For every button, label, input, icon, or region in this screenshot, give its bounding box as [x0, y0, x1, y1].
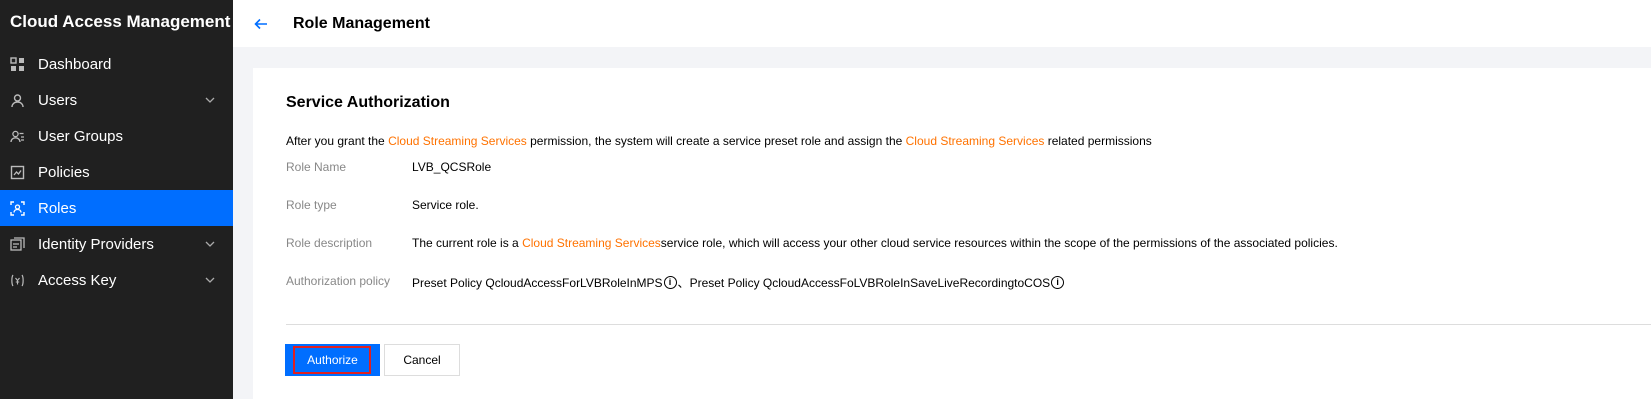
- intro-part: related permissions: [1044, 134, 1152, 148]
- sidebar-item-label: Dashboard: [38, 55, 112, 73]
- identity-provider-icon: [10, 236, 25, 252]
- authorize-button-label: Authorize: [307, 353, 358, 367]
- service-name-highlight: Cloud Streaming Services: [522, 236, 661, 250]
- role-icon: [10, 200, 25, 216]
- dashboard-icon: [10, 56, 25, 72]
- sidebar-item-user-groups[interactable]: User Groups: [0, 118, 233, 154]
- role-description-label: Role description: [286, 236, 373, 250]
- sidebar-item-roles[interactable]: Roles: [0, 190, 233, 226]
- policy-name: Preset Policy QcloudAccessForLVBRoleInMP…: [412, 275, 663, 290]
- service-name-highlight: Cloud Streaming Services: [388, 134, 527, 148]
- role-type-label: Role type: [286, 198, 337, 212]
- intro-part: After you grant the: [286, 134, 389, 148]
- role-name-row: Role Name LVB_QCSRole: [286, 160, 491, 174]
- policy-name: Preset Policy QcloudAccessFoLVBRoleInSav…: [689, 275, 1051, 290]
- chevron-down-icon[interactable]: [205, 239, 215, 249]
- sidebar-item-policies[interactable]: Policies: [0, 154, 233, 190]
- description-part: The current role is a: [412, 236, 519, 250]
- page-header: Role Management: [233, 0, 1651, 47]
- sidebar-title: Cloud Access Management: [10, 12, 231, 31]
- arrow-left-icon[interactable]: [253, 16, 269, 32]
- sidebar-item-label: Identity Providers: [38, 235, 154, 253]
- intro-part: permission, the system will create a ser…: [526, 134, 906, 148]
- role-description-row: Role description The current role is a C…: [286, 236, 1338, 250]
- service-authorization-card: Service Authorization After you grant th…: [253, 68, 1651, 399]
- sidebar-item-identity-providers[interactable]: Identity Providers: [0, 226, 233, 262]
- role-type-row: Role type Service role.: [286, 198, 479, 212]
- sidebar-item-label: Roles: [38, 199, 77, 217]
- role-name-label: Role Name: [286, 160, 347, 174]
- role-name-value: LVB_QCSRole: [412, 160, 492, 174]
- policy-icon: [10, 165, 25, 180]
- authorization-policy-value: Preset Policy QcloudAccessForLVBRoleInMP…: [412, 274, 1065, 291]
- sidebar-item-label: Users: [38, 91, 78, 109]
- sidebar-nav: Dashboard Users User Groups Policies Rol…: [0, 46, 233, 298]
- sidebar-item-label: User Groups: [38, 127, 124, 145]
- chevron-down-icon[interactable]: [205, 95, 215, 105]
- role-type-value: Service role.: [412, 198, 479, 212]
- info-icon[interactable]: i: [663, 276, 677, 289]
- authorization-policy-label: Authorization policy: [286, 274, 391, 288]
- sidebar-item-label: Policies: [38, 163, 90, 181]
- policy-separator: 、: [677, 276, 690, 290]
- user-icon: [10, 93, 25, 108]
- info-icon[interactable]: i: [1051, 276, 1065, 289]
- chevron-down-icon[interactable]: [205, 275, 215, 285]
- role-description-value: The current role is a Cloud Streaming Se…: [412, 236, 1338, 250]
- key-icon: [10, 273, 25, 288]
- user-groups-icon: [10, 129, 25, 144]
- description-part: service role, which will access your oth…: [660, 236, 1338, 250]
- service-name-highlight: Cloud Streaming Services: [905, 134, 1045, 148]
- cancel-button[interactable]: Cancel: [384, 344, 460, 376]
- divider: [286, 324, 1651, 325]
- sidebar: Cloud Access Management Dashboard Users …: [0, 0, 233, 399]
- sidebar-item-dashboard[interactable]: Dashboard: [0, 46, 233, 82]
- card-title: Service Authorization: [286, 94, 450, 111]
- authorization-policy-row: Authorization policy Preset Policy Qclou…: [286, 274, 1065, 291]
- intro-text: After you grant the Cloud Streaming Serv…: [286, 134, 1152, 148]
- sidebar-item-label: Access Key: [38, 271, 117, 289]
- authorize-button[interactable]: Authorize: [285, 344, 380, 376]
- sidebar-item-users[interactable]: Users: [0, 82, 233, 118]
- page-title: Role Management: [293, 14, 430, 32]
- sidebar-item-access-key[interactable]: Access Key: [0, 262, 233, 298]
